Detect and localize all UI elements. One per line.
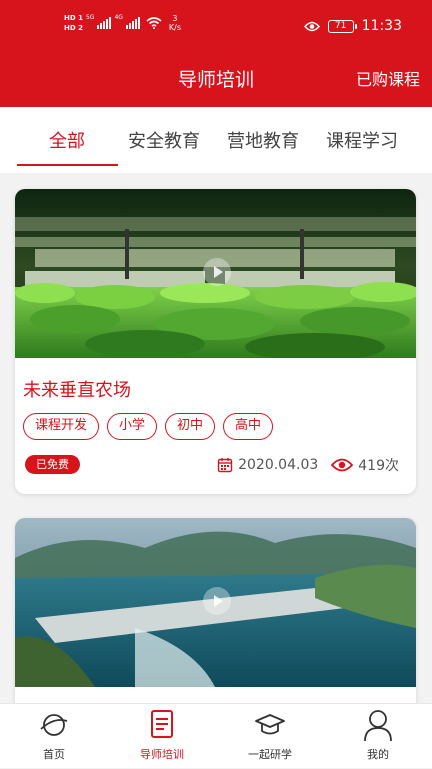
nav-study-together[interactable]: 一起研学 (216, 704, 324, 769)
nav-label: 我的 (367, 748, 389, 761)
nav-mine[interactable]: 我的 (324, 704, 432, 769)
signal2-icon (125, 17, 140, 29)
category-tabs: 全部 安全教育 营地教育 课程学习 (0, 107, 432, 173)
nav-label: 导师培训 (140, 748, 184, 761)
play-icon[interactable] (203, 587, 231, 615)
tab-camp-education[interactable]: 营地教育 (227, 127, 299, 153)
app-header: 导师培训 已购课程 (0, 55, 432, 107)
tag-course-development[interactable]: 课程开发 (23, 413, 100, 440)
eye-icon (303, 21, 320, 31)
graduation-cap-icon (255, 714, 285, 735)
play-icon[interactable] (203, 258, 231, 286)
calendar-icon (217, 458, 233, 473)
eye-icon (331, 458, 354, 472)
person-icon (364, 710, 392, 742)
course-thumbnail[interactable] (15, 189, 416, 358)
course-title: 未来垂直农场 (23, 380, 131, 401)
tag-senior-high[interactable]: 高中 (223, 413, 274, 440)
document-icon (151, 710, 173, 738)
nav-label: 一起研学 (248, 748, 292, 761)
tag-junior-high[interactable]: 初中 (165, 413, 216, 440)
course-tags: 课程开发 小学 初中 高中 (23, 413, 274, 440)
signal2-label: 4G (114, 14, 123, 21)
course-thumbnail[interactable] (15, 518, 416, 687)
purchased-courses-link[interactable]: 已购课程 (356, 66, 420, 90)
course-views: 419次 (358, 458, 399, 474)
course-date: 2020.04.03 (238, 457, 319, 473)
tag-primary-school[interactable]: 小学 (107, 413, 158, 440)
signal1-icon (97, 17, 112, 29)
planet-icon (40, 714, 68, 736)
hd1-indicator: HD 1 (64, 14, 83, 22)
status-bar: HD 1 HD 2 5G 4G 3 K/s 71 11:33 (0, 0, 432, 55)
clock: 11:33 (361, 18, 402, 34)
net-speed-unit: K/s (168, 23, 182, 32)
nav-home[interactable]: 首页 (0, 704, 108, 769)
free-badge: 已免费 (25, 455, 80, 474)
nav-mentor-training[interactable]: 导师培训 (108, 704, 216, 769)
tab-course-study[interactable]: 课程学习 (326, 127, 398, 153)
net-speed-value: 3 (172, 14, 178, 23)
tab-safety-education[interactable]: 安全教育 (128, 127, 200, 153)
battery-icon: 71 (327, 19, 357, 33)
hd2-indicator: HD 2 (64, 24, 83, 32)
nav-label: 首页 (43, 748, 65, 761)
course-meta: 2020.04.03 419次 (217, 455, 399, 475)
wifi-icon (146, 17, 162, 29)
bottom-navigation: 首页 导师培训 一起研学 我的 (0, 703, 432, 768)
active-tab-indicator (17, 164, 118, 166)
tab-all[interactable]: 全部 (49, 127, 85, 153)
signal1-label: 5G (85, 14, 95, 21)
course-card[interactable]: 未来垂直农场 课程开发 小学 初中 高中 已免费 2020.04.03 419次 (15, 189, 416, 494)
